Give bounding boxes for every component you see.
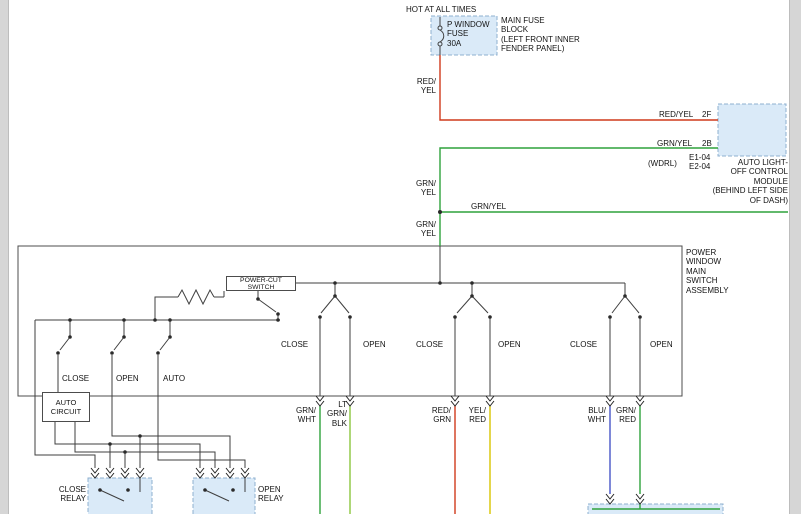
red-grn-label: RED/ GRN <box>429 406 451 425</box>
black-wires <box>35 17 640 501</box>
right-gray-margin <box>789 0 801 514</box>
left-gray-margin <box>0 0 9 514</box>
pin-2f-label: 2F <box>702 110 711 119</box>
group2-close-label: CLOSE <box>416 340 443 349</box>
grn-yel-upper-label: GRN/ YEL <box>404 179 436 198</box>
left-auto-label: AUTO <box>163 374 185 383</box>
wiring-diagram-page: HOT AT ALL TIMES P WINDOW FUSE 30A MAIN … <box>0 0 801 514</box>
auto-light-off-module-box <box>718 104 786 156</box>
group1-close-label: CLOSE <box>281 340 308 349</box>
grn-wht-label: GRN/ WHT <box>294 406 316 425</box>
pin-2b-label: 2B <box>702 139 712 148</box>
component-boxes <box>88 16 786 514</box>
close-relay-label: CLOSE RELAY <box>50 485 86 504</box>
assembly-label: POWER WINDOW MAIN SWITCH ASSEMBLY <box>686 248 729 295</box>
junction-dots <box>56 210 642 492</box>
left-close-label: CLOSE <box>62 374 89 383</box>
power-cut-switch-label: POWER-CUT SWITCH <box>226 276 296 291</box>
group3-open-label: OPEN <box>650 340 673 349</box>
group1-open-label: OPEN <box>363 340 386 349</box>
blu-wht-label: BLU/ WHT <box>584 406 606 425</box>
auto-light-off-module-label: AUTO LIGHT- OFF CONTROL MODULE (BEHIND L… <box>698 158 788 205</box>
lt-grn-blk-label: LT GRN/ BLK <box>325 400 347 428</box>
auto-circuit-box: AUTO CIRCUIT <box>42 392 90 422</box>
hot-at-all-times-label: HOT AT ALL TIMES <box>406 5 476 14</box>
fuse-label: P WINDOW FUSE 30A <box>447 20 490 48</box>
grn-red-label: GRN/ RED <box>614 406 636 425</box>
open-relay-label: OPEN RELAY <box>258 485 284 504</box>
group3-close-label: CLOSE <box>570 340 597 349</box>
schematic-lines <box>0 0 801 514</box>
yel-red-label: YEL/ RED <box>464 406 486 425</box>
close-relay-box <box>88 478 152 514</box>
red-yel-vertical-label: RED/ YEL <box>404 77 436 96</box>
grn-yel-horizontal-label: GRN/YEL <box>657 139 692 148</box>
connector-arrows <box>91 396 644 504</box>
grn-yel-lower-label: GRN/ YEL <box>404 220 436 239</box>
open-relay-box <box>193 478 255 514</box>
group2-open-label: OPEN <box>498 340 521 349</box>
left-open-label: OPEN <box>116 374 139 383</box>
red-yel-horizontal-label: RED/YEL <box>659 110 693 119</box>
grn-yel-branch-label: GRN/YEL <box>471 202 506 211</box>
wdrl-label: (WDRL) <box>648 159 677 168</box>
main-fuse-block-label: MAIN FUSE BLOCK (LEFT FRONT INNER FENDER… <box>501 16 580 54</box>
